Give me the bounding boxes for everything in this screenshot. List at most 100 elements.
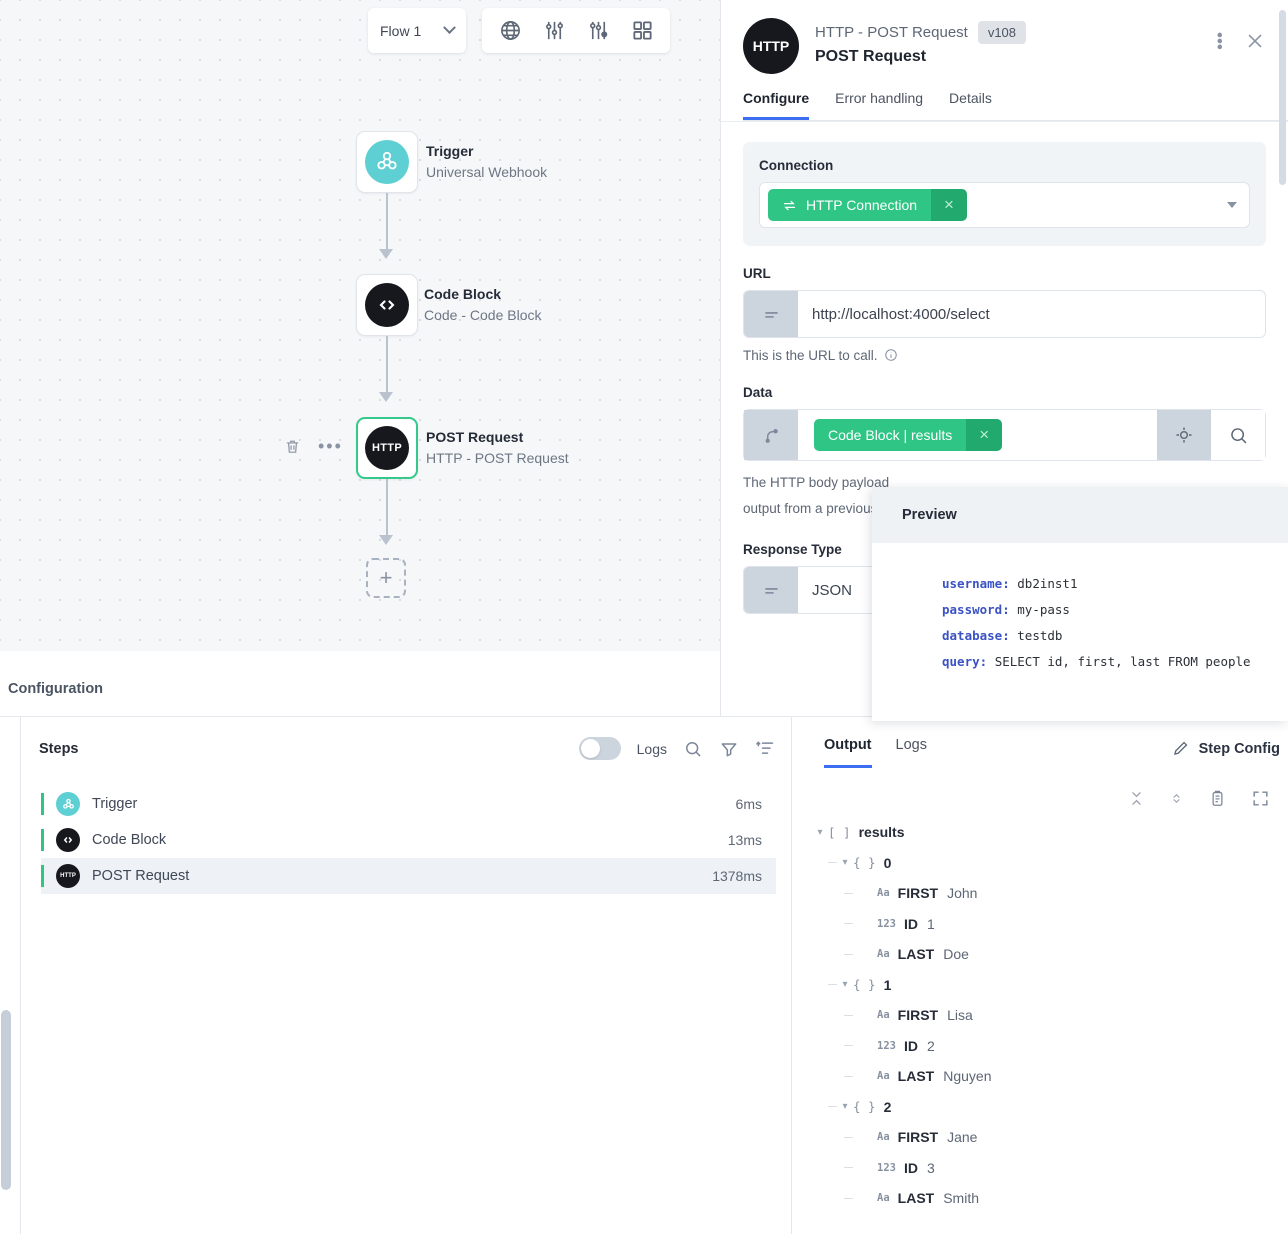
url-section: URL http://localhost:4000/select This is…	[743, 266, 1266, 365]
step-duration: 13ms	[727, 832, 762, 848]
tree-field[interactable]: Aa LAST Smith	[812, 1183, 1278, 1214]
tree-field[interactable]: Aa FIRST Jane	[812, 1122, 1278, 1153]
bottom-area: Steps Logs Trigger 6ms Code Block 13ms H…	[0, 716, 1288, 1234]
type-string-icon: Aa	[877, 1192, 890, 1205]
sliders-icon[interactable]	[543, 19, 566, 42]
tree-guide	[844, 953, 853, 955]
text-lines-icon	[744, 567, 798, 613]
logs-toggle[interactable]	[578, 737, 621, 760]
chevron-down-icon[interactable]: ▾	[837, 979, 853, 990]
tab-logs[interactable]: Logs	[896, 737, 927, 768]
trash-icon[interactable]	[284, 438, 301, 460]
data-chip[interactable]: Code Block | results ×	[814, 419, 1003, 451]
tree-field[interactable]: Aa LAST Doe	[812, 939, 1278, 970]
data-help-line2: output from a previous	[743, 501, 878, 516]
panel-title-row: HTTP - POST Request v108	[815, 18, 1266, 46]
step-row[interactable]: HTTP POST Request 1378ms	[41, 858, 776, 894]
connection-chip-remove[interactable]: ×	[931, 189, 968, 221]
expand-icon[interactable]	[1169, 790, 1184, 807]
more-horizontal-icon[interactable]: •••	[318, 437, 343, 455]
connection-input[interactable]: HTTP Connection ×	[759, 182, 1250, 228]
close-icon[interactable]	[1244, 30, 1266, 52]
panel-actions: •••	[1210, 30, 1266, 52]
tree-value: 1	[926, 915, 935, 932]
data-label: Data	[743, 385, 773, 400]
step-row[interactable]: Code Block 13ms	[41, 822, 776, 858]
add-node-button[interactable]: +	[366, 558, 406, 598]
tab-configure[interactable]: Configure	[743, 90, 810, 120]
info-icon[interactable]	[884, 348, 898, 362]
tree-field[interactable]: Aa FIRST Lisa	[812, 1000, 1278, 1031]
tree-field[interactable]: 123 ID 3	[812, 1153, 1278, 1184]
flow-canvas[interactable]: Flow 1 Trigger Universal Webhook Code Bl…	[0, 0, 720, 651]
url-field[interactable]: http://localhost:4000/select	[743, 290, 1266, 338]
filter-icon[interactable]	[719, 739, 739, 759]
type-number-icon: 123	[877, 1161, 896, 1174]
flow-node-trigger[interactable]	[356, 131, 418, 193]
target-icon[interactable]	[1157, 410, 1211, 460]
connection-chip[interactable]: HTTP Connection ×	[768, 189, 968, 221]
search-icon[interactable]	[683, 739, 703, 759]
object-bracket-icon: { }	[853, 977, 876, 993]
step-row[interactable]: Trigger 6ms	[41, 786, 776, 822]
tree-object-node[interactable]: ▾ { } 0	[812, 848, 1278, 879]
search-icon[interactable]	[1211, 410, 1265, 460]
http-badge-text: HTTP	[372, 442, 402, 454]
tree-field[interactable]: 123 ID 2	[812, 1031, 1278, 1062]
tree-guide	[828, 1106, 837, 1108]
flow-node-code-block[interactable]	[356, 274, 418, 336]
preview-content: username: db2inst1 password: my-pass dat…	[872, 543, 1288, 675]
flow-node-post-request-label: POST Request HTTP - POST Request	[426, 427, 569, 469]
tree-object-node[interactable]: ▾ { } 1	[812, 970, 1278, 1001]
data-field[interactable]: Code Block | results ×	[743, 409, 1266, 461]
tab-error-handling[interactable]: Error handling	[835, 90, 923, 120]
caret-down-icon[interactable]	[1227, 202, 1237, 208]
flow-edge	[386, 193, 388, 253]
collapse-icon[interactable]	[1128, 790, 1145, 807]
tree-key: FIRST	[897, 1129, 939, 1146]
tree-field[interactable]: 123 ID 1	[812, 909, 1278, 940]
grid-icon[interactable]	[631, 19, 654, 42]
tree-guide	[844, 923, 853, 925]
step-status-bar	[41, 865, 44, 887]
flow-node-post-request[interactable]: HTTP	[356, 417, 418, 479]
tree-value: Jane	[947, 1129, 978, 1146]
connection-card: Connection HTTP Connection ×	[743, 142, 1266, 246]
more-vertical-icon[interactable]: •••	[1210, 32, 1229, 50]
flow-node-code-block-label: Code Block Code - Code Block	[424, 284, 542, 326]
sort-icon[interactable]	[755, 739, 775, 759]
globe-icon[interactable]	[499, 19, 522, 42]
http-logo-text: HTTP	[752, 38, 790, 54]
tree-field[interactable]: Aa FIRST John	[812, 878, 1278, 909]
tree-value: 2	[926, 1037, 935, 1054]
tab-output[interactable]: Output	[824, 737, 872, 768]
tree-root[interactable]: ▾ [ ] results	[812, 817, 1278, 848]
type-string-icon: Aa	[877, 1131, 890, 1144]
tree-object-node[interactable]: ▾ { } 2	[812, 1092, 1278, 1123]
tree-field[interactable]: Aa LAST Nguyen	[812, 1061, 1278, 1092]
data-chip-area[interactable]: Code Block | results ×	[798, 410, 1157, 460]
flow-selector[interactable]: Flow 1	[368, 8, 466, 53]
preview-key: database:	[942, 628, 1010, 643]
step-duration: 6ms	[735, 796, 762, 812]
tree-guide	[844, 1075, 853, 1077]
url-input[interactable]: http://localhost:4000/select	[798, 291, 1265, 337]
tree-guide	[828, 862, 837, 864]
copy-icon[interactable]	[1208, 789, 1227, 808]
page-scrollbar[interactable]	[1, 1010, 11, 1190]
output-toolbar	[1128, 789, 1270, 808]
tab-details[interactable]: Details	[949, 90, 992, 120]
tree-index: 0	[883, 854, 892, 871]
url-help: This is the URL to call.	[743, 347, 1266, 365]
object-bracket-icon: { }	[853, 1099, 876, 1115]
chevron-down-icon[interactable]: ▾	[837, 1101, 853, 1112]
step-name: POST Request	[92, 868, 190, 884]
panel-scrollbar[interactable]	[1279, 10, 1286, 185]
data-chip-remove[interactable]: ×	[966, 419, 1003, 451]
step-config-button[interactable]: Step Config	[1171, 739, 1280, 758]
chevron-down-icon[interactable]: ▾	[812, 827, 828, 838]
sliders-alt-icon[interactable]	[587, 19, 610, 42]
chevron-down-icon[interactable]: ▾	[837, 857, 853, 868]
panel-step-name: POST Request	[815, 48, 927, 65]
fullscreen-icon[interactable]	[1251, 789, 1270, 808]
